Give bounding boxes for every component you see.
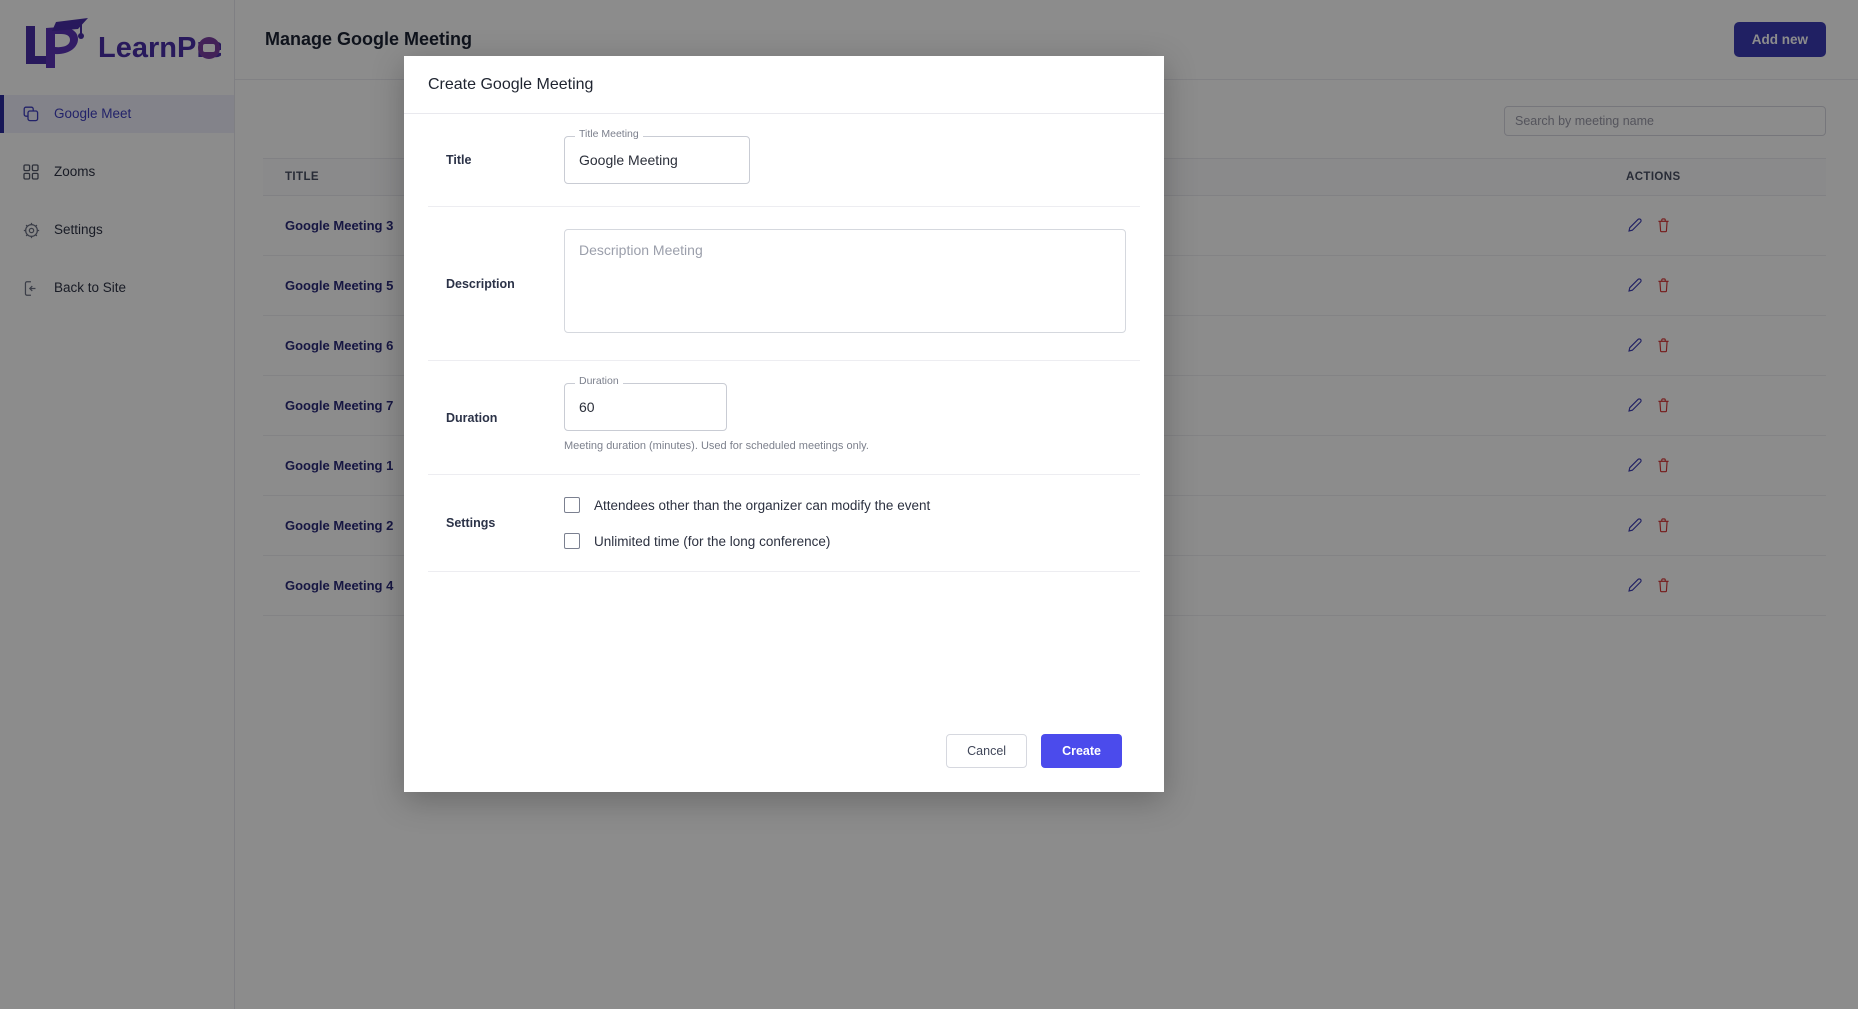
form-row-duration: Duration Duration Meeting duration (minu… (428, 361, 1140, 475)
checkbox-row-modify-event: Attendees other than the organizer can m… (564, 497, 1122, 513)
field-label-title: Title (446, 153, 564, 167)
field-wrap-settings: Attendees other than the organizer can m… (564, 497, 1122, 549)
checkbox-unlimited-time[interactable] (564, 533, 580, 549)
create-meeting-modal: Create Google Meeting Title Title Meetin… (404, 56, 1164, 792)
checkbox-label-unlimited-time: Unlimited time (for the long conference) (594, 534, 830, 549)
checkbox-label-modify-event: Attendees other than the organizer can m… (594, 498, 930, 513)
form-row-description: Description (428, 207, 1140, 361)
duration-field-outline: Duration (564, 383, 727, 431)
create-button[interactable]: Create (1041, 734, 1122, 768)
description-textarea[interactable] (564, 229, 1126, 333)
form-row-settings: Settings Attendees other than the organi… (428, 475, 1140, 572)
field-label-description: Description (446, 277, 564, 291)
title-field-outline: Title Meeting (564, 136, 750, 184)
duration-field-legend: Duration (575, 376, 623, 387)
checkbox-row-unlimited-time: Unlimited time (for the long conference) (564, 533, 1122, 549)
title-field-legend: Title Meeting (575, 129, 643, 140)
title-input[interactable] (564, 136, 750, 184)
app-root: LearnPress Google Meet (0, 0, 1858, 1009)
modal-title: Create Google Meeting (404, 56, 1164, 114)
form-row-title: Title Title Meeting (428, 114, 1140, 207)
field-label-duration: Duration (446, 411, 564, 425)
field-wrap-duration: Duration Meeting duration (minutes). Use… (564, 383, 1122, 452)
modal-footer: Cancel Create (404, 716, 1164, 792)
field-wrap-description (564, 229, 1126, 338)
duration-input[interactable] (564, 383, 727, 431)
checkbox-modify-event[interactable] (564, 497, 580, 513)
field-label-settings: Settings (446, 516, 564, 530)
duration-helper-text: Meeting duration (minutes). Used for sch… (564, 440, 1122, 452)
modal-body: Title Title Meeting Description Duration (404, 114, 1164, 716)
field-wrap-title: Title Meeting (564, 136, 1122, 184)
cancel-button[interactable]: Cancel (946, 734, 1027, 768)
